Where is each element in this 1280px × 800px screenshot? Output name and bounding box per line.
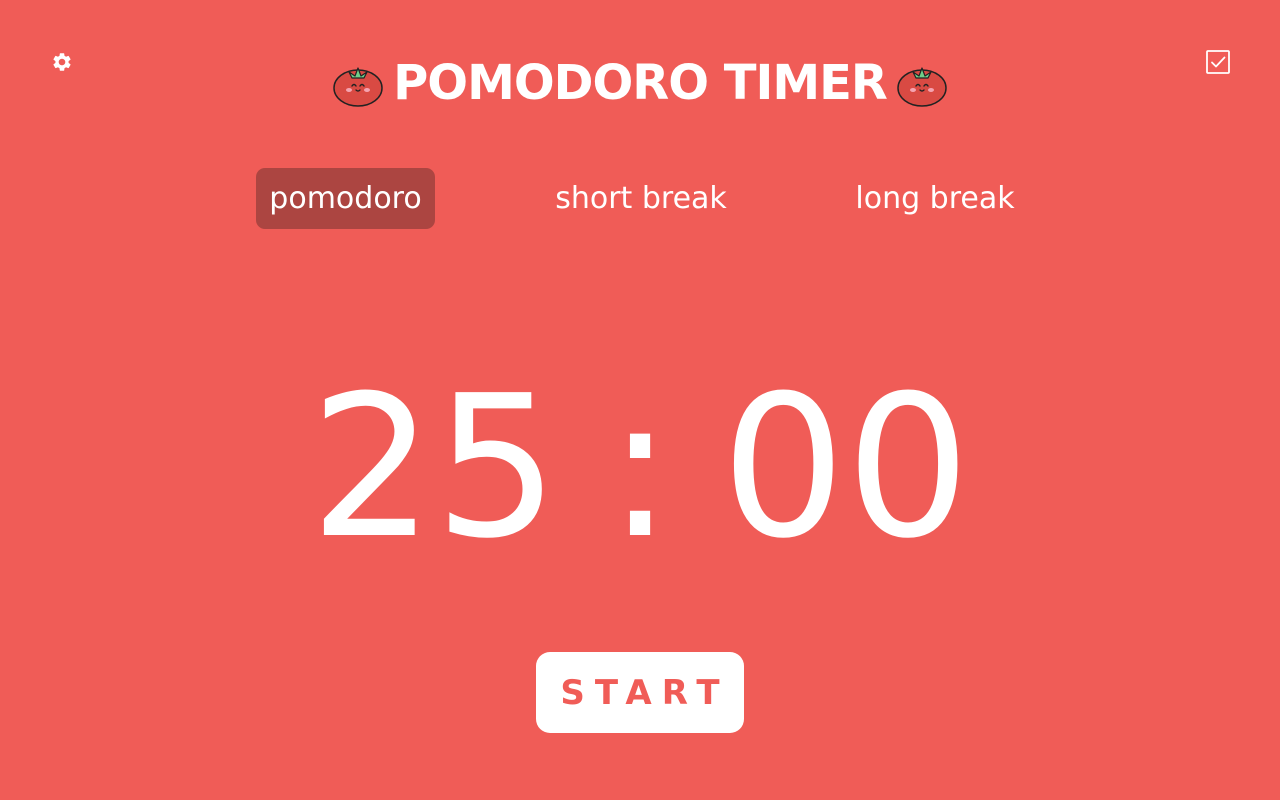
tomato-icon	[897, 67, 947, 107]
tomato-icon	[333, 67, 383, 107]
app-header: POMODORO TIMER	[0, 50, 1280, 116]
timer-minutes: 25	[309, 354, 559, 582]
tab-pomodoro[interactable]: pomodoro	[256, 168, 435, 229]
timer-separator: :	[606, 354, 674, 582]
tab-long-break[interactable]: long break	[848, 168, 1022, 229]
page-title: POMODORO TIMER	[393, 55, 888, 111]
mode-tabs: pomodoro short break long break	[0, 168, 1280, 229]
timer-seconds: 00	[721, 354, 971, 582]
tab-short-break[interactable]: short break	[546, 168, 736, 229]
timer-display: 25 : 00	[0, 358, 1280, 578]
start-button[interactable]: START	[536, 652, 744, 733]
